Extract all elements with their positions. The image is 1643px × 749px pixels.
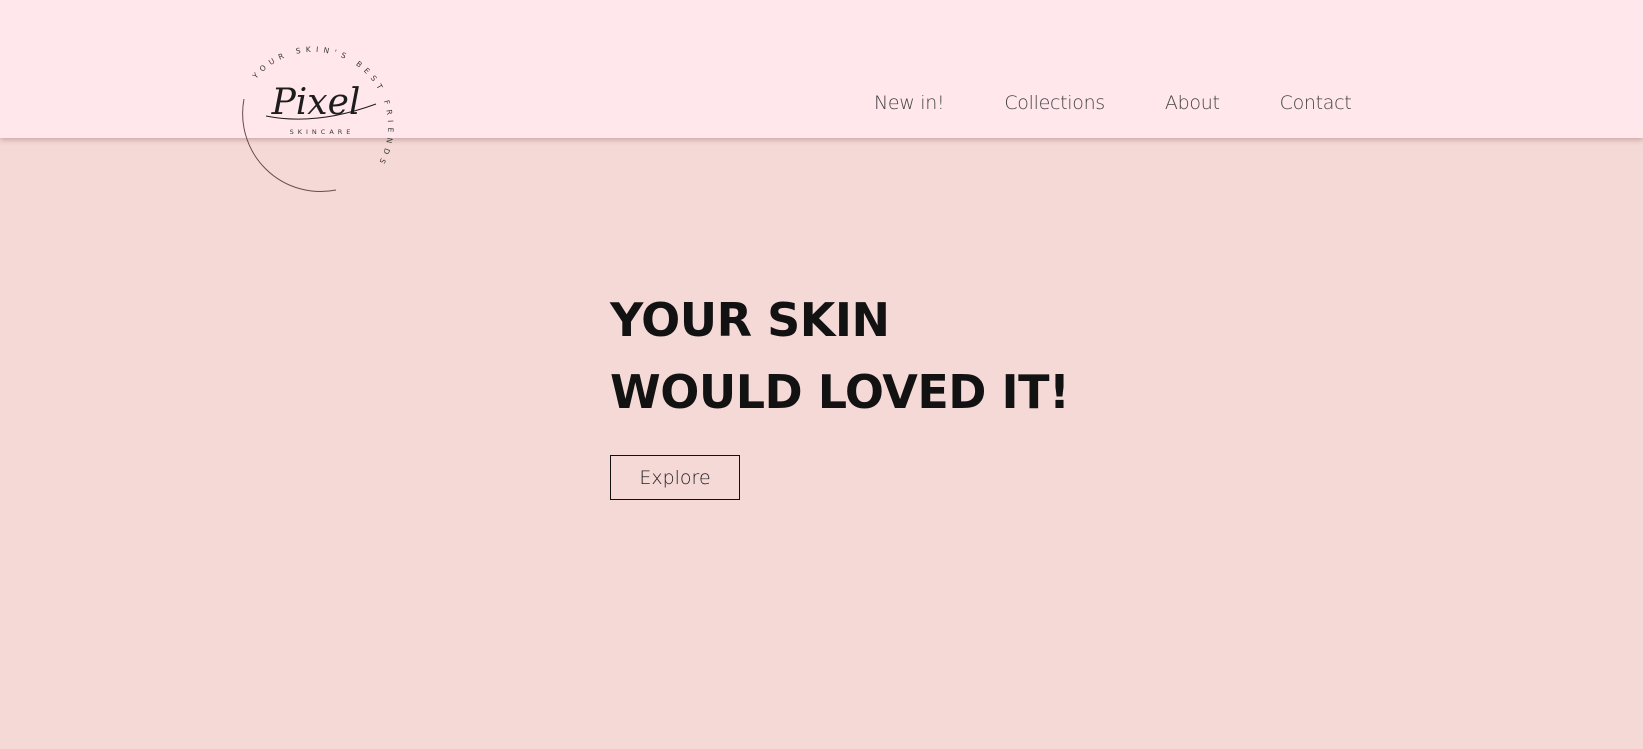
nav-item-new-in[interactable]: New in! — [874, 92, 945, 114]
hero-title-line-2: WOULD LOVED IT! — [610, 365, 1070, 419]
logo-subtitle: SKINCARE — [290, 128, 355, 136]
hero-title-line-1: YOUR SKIN — [610, 293, 890, 347]
nav-item-contact[interactable]: Contact — [1280, 92, 1352, 114]
brand-logo[interactable]: YOUR SKIN'S BEST FRIENDS Pixel SKINCARE — [236, 24, 416, 194]
main-nav: New in! Collections About Contact — [874, 88, 1352, 118]
nav-item-about[interactable]: About — [1165, 92, 1220, 114]
logo-wordmark: Pixel — [271, 82, 361, 123]
explore-button[interactable]: Explore — [610, 455, 740, 500]
hero-section: YOUR SKIN WOULD LOVED IT! Explore — [610, 284, 1070, 500]
hero-title: YOUR SKIN WOULD LOVED IT! — [610, 284, 1070, 428]
logo-mark-icon: YOUR SKIN'S BEST FRIENDS Pixel SKINCARE — [242, 45, 390, 193]
nav-item-collections[interactable]: Collections — [1004, 92, 1105, 114]
